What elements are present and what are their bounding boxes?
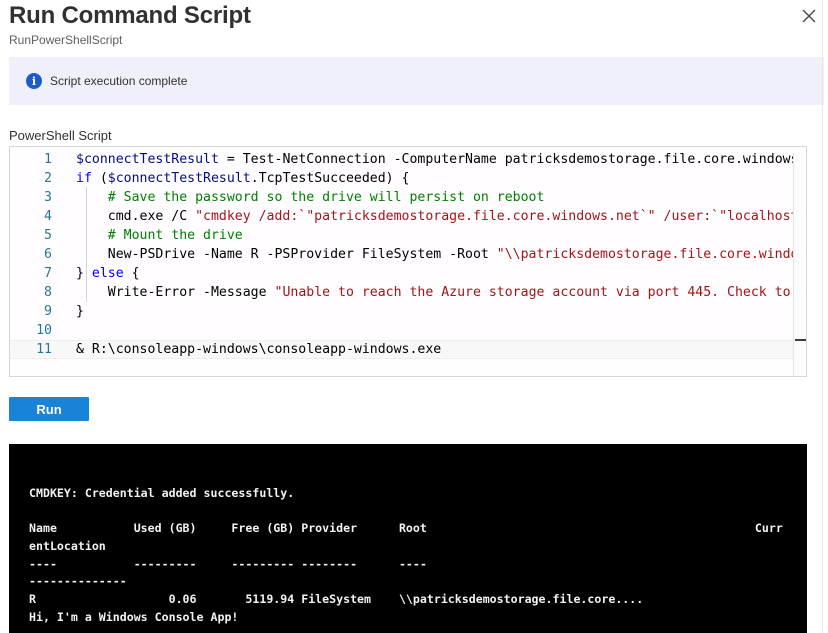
code-token: } bbox=[76, 266, 92, 281]
page-title: Run Command Script bbox=[9, 2, 251, 29]
output-line: Name Used (GB) Free (GB) Provider Root C… bbox=[29, 521, 783, 536]
code-token: "Unable to reach the Azure storage accou… bbox=[274, 285, 807, 300]
code-token: .TcpTestSucceeded) { bbox=[250, 171, 410, 186]
line-number: 9 bbox=[44, 304, 52, 319]
code-line[interactable]: 4 cmd.exe /C "cmdkey /add:`"patricksdemo… bbox=[10, 207, 806, 226]
output-line: R 0.06 5119.94 FileSystem \\patricksdemo… bbox=[29, 592, 644, 607]
code-line[interactable]: 7} else { bbox=[10, 264, 806, 283]
code-text: if ($connectTestResult.TcpTestSucceeded)… bbox=[76, 169, 410, 188]
line-number: 1 bbox=[44, 152, 52, 167]
script-label: PowerShell Script bbox=[9, 128, 112, 143]
editor-scrollbar[interactable] bbox=[793, 153, 806, 376]
code-text: & R:\consoleapp-windows\consoleapp-windo… bbox=[76, 341, 441, 358]
output-line: Hi, I'm a Windows Console App! bbox=[29, 609, 239, 624]
code-token: # Save the password so the drive will pe… bbox=[76, 190, 545, 205]
script-editor[interactable]: 1 $connectTestResult = Test-NetConnection… bbox=[9, 146, 807, 377]
cursor-position-marker bbox=[795, 339, 806, 341]
code-token: { bbox=[123, 266, 140, 281]
line-number: 11 bbox=[36, 342, 52, 357]
line-number: 8 bbox=[44, 285, 52, 300]
page-subtitle: RunPowerShellScript bbox=[9, 33, 123, 47]
output-line: -------------- bbox=[29, 574, 127, 589]
line-number: 2 bbox=[44, 171, 52, 186]
line-number: 3 bbox=[44, 190, 52, 205]
status-banner: i Script execution complete bbox=[9, 57, 824, 105]
code-token: $connectTestResult bbox=[107, 171, 251, 186]
code-token: # Mount the drive bbox=[76, 228, 243, 243]
info-icon: i bbox=[26, 73, 42, 89]
output-line: entLocation bbox=[29, 539, 106, 554]
code-text: } else { bbox=[76, 264, 140, 283]
code-text: New-PSDrive -Name R -PSProvider FileSyst… bbox=[76, 245, 806, 264]
code-text: cmd.exe /C "cmdkey /add:`"patricksdemost… bbox=[76, 207, 806, 226]
code-token: $connectTestResult bbox=[76, 152, 219, 167]
code-token: "cmdkey /add:`"patricksdemostorage.file.… bbox=[195, 209, 807, 224]
status-message: Script execution complete bbox=[50, 74, 188, 88]
code-line[interactable]: 8 Write-Error -Message "Unable to reach … bbox=[10, 283, 806, 302]
code-line[interactable]: 2 if ($connectTestResult.TcpTestSucceeded… bbox=[10, 169, 806, 188]
line-number: 5 bbox=[44, 228, 52, 243]
code-token: if bbox=[76, 171, 92, 186]
close-button[interactable] bbox=[800, 7, 818, 25]
code-line[interactable]: 10 bbox=[10, 321, 806, 340]
line-number: 4 bbox=[44, 209, 52, 224]
code-line[interactable]: 3 # Save the password so the drive will … bbox=[10, 188, 806, 207]
code-line[interactable]: 9} bbox=[10, 302, 806, 321]
code-line[interactable]: 11 & R:\consoleapp-windows\consoleapp-win… bbox=[10, 340, 806, 359]
code-line[interactable]: 6 New-PSDrive -Name R -PSProvider FileSy… bbox=[10, 245, 806, 264]
line-number: 6 bbox=[44, 247, 52, 262]
line-number: 10 bbox=[36, 323, 52, 338]
code-text: Write-Error -Message "Unable to reach th… bbox=[76, 283, 806, 302]
line-number: 7 bbox=[44, 266, 52, 281]
code-text: } bbox=[76, 302, 84, 321]
output-line: ---- --------- --------- -------- ---- bbox=[29, 556, 427, 571]
code-lines: 1 $connectTestResult = Test-NetConnection… bbox=[10, 150, 806, 359]
page-scrollbar[interactable] bbox=[822, 0, 823, 633]
output-line: CMDKEY: Credential added successfully. bbox=[29, 486, 295, 500]
code-token: New-PSDrive -Name R -PSProvider FileSyst… bbox=[76, 247, 497, 262]
code-text: $connectTestResult = Test-NetConnection … bbox=[76, 150, 799, 169]
code-token: = Test-NetConnection -ComputerName patri… bbox=[218, 152, 799, 167]
code-line[interactable]: 1 $connectTestResult = Test-NetConnection… bbox=[10, 150, 806, 169]
code-token: & R:\consoleapp-windows\consoleapp-windo… bbox=[76, 342, 442, 357]
code-text: # Save the password so the drive will pe… bbox=[76, 188, 545, 207]
code-token: ( bbox=[91, 171, 108, 186]
code-token: } bbox=[76, 304, 84, 319]
code-line[interactable]: 5 # Mount the drive bbox=[10, 226, 806, 245]
code-token: "\\patricksdemostorage.file.core.window bbox=[496, 247, 807, 262]
code-token: Write-Error -Message bbox=[76, 285, 275, 300]
close-icon bbox=[802, 9, 816, 23]
code-token: cmd.exe /C bbox=[76, 209, 196, 224]
output-console: CMDKEY: Credential added successfully. Na… bbox=[9, 462, 807, 633]
run-button[interactable]: Run bbox=[9, 397, 89, 421]
code-text: # Mount the drive bbox=[76, 226, 243, 245]
code-token: else bbox=[91, 266, 124, 281]
